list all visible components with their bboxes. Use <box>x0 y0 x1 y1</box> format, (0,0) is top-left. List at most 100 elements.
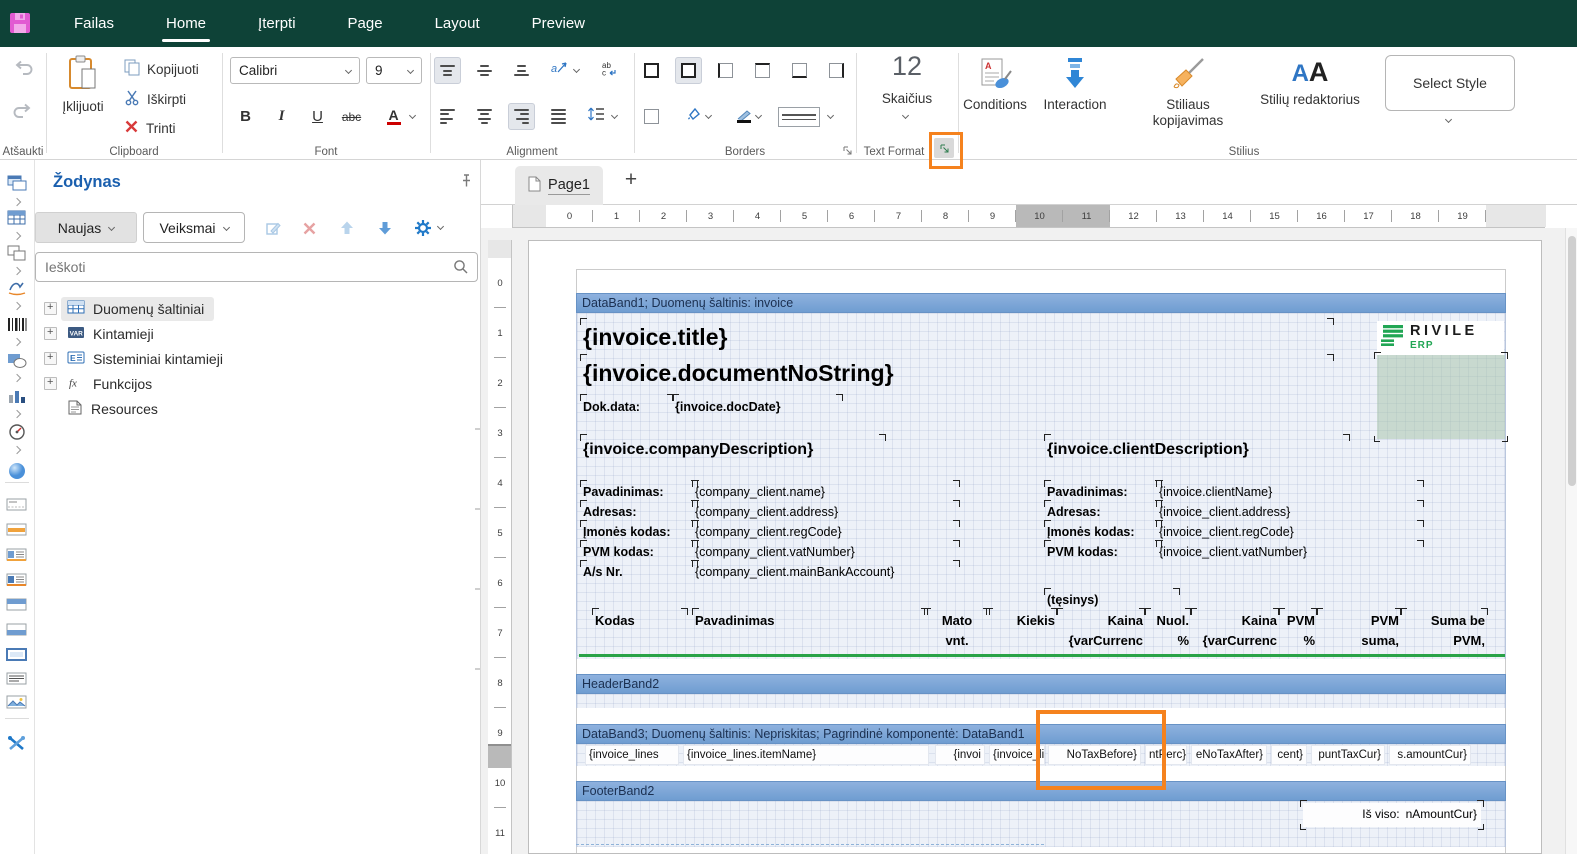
delete-button[interactable]: Trinti <box>124 119 176 137</box>
search-icon[interactable] <box>453 259 469 280</box>
save-icon[interactable] <box>9 12 31 39</box>
move-down-icon[interactable] <box>374 218 396 238</box>
delete-icon[interactable] <box>298 218 320 238</box>
info-label-field[interactable]: Pavadinimas: <box>583 483 695 503</box>
titlebar-tab-terpti[interactable]: Įterpti <box>232 0 322 47</box>
databand3-header[interactable]: DataBand3; Duomenų šaltinis: Nepriskitas… <box>576 724 1506 744</box>
toolbox-image-icon[interactable] <box>0 695 34 715</box>
databand1-body[interactable]: {invoice.title} {invoice.documentNoStrin… <box>576 313 1506 659</box>
tree-item-resources[interactable]: Resources <box>35 396 465 421</box>
toolbox-table-icon[interactable] <box>0 210 34 239</box>
align-bottom-button[interactable] <box>508 57 535 84</box>
info-value-field[interactable]: {company_client.regCode} <box>695 523 957 543</box>
justify-button[interactable] <box>545 103 572 130</box>
continuation-field[interactable]: (tęsinys) <box>1047 591 1177 611</box>
toolbox-chart-icon[interactable] <box>0 388 34 417</box>
total-field[interactable]: Iš viso: nAmountCur} <box>1303 803 1481 827</box>
expander-plus-icon[interactable] <box>44 377 57 390</box>
titlebar-tab-home[interactable]: Home <box>140 0 232 47</box>
align-middle-button[interactable] <box>471 57 498 84</box>
info-value-field[interactable]: {company_client.mainBankAccount} <box>695 563 957 583</box>
conditions-button[interactable]: A Conditions <box>960 57 1030 112</box>
outside-borders-button[interactable] <box>675 57 702 84</box>
edit-icon[interactable] <box>263 218 285 238</box>
expander-plus-icon[interactable] <box>44 302 57 315</box>
select-style-chevron-icon[interactable] <box>1445 116 1452 123</box>
text-format-name[interactable]: Skaičius <box>856 91 958 106</box>
cut-button[interactable]: Iškirpti <box>124 89 186 109</box>
scrollbar-thumb[interactable] <box>1568 236 1576 486</box>
table-header-cell-pvm[interactable]: PVMsuma, <box>1319 611 1399 653</box>
titlebar-tab-layout[interactable]: Layout <box>409 0 506 47</box>
databand3-cell-1[interactable]: {invoice_lines.itemName} <box>683 745 929 765</box>
toolbox-data-band-icon[interactable] <box>0 548 34 567</box>
style-copy-button[interactable]: Stiliaus kopijavimas <box>1128 57 1248 129</box>
pin-icon[interactable] <box>459 173 474 194</box>
borders-dialog-launcher[interactable] <box>840 143 854 157</box>
tree-item-duomen-altiniai[interactable]: Duomenų šaltiniai <box>35 296 465 321</box>
top-border-button[interactable] <box>749 57 776 84</box>
databand3-cell-8[interactable]: puntTaxCur} <box>1311 745 1385 765</box>
info-value-field[interactable]: {company_client.vatNumber} <box>695 543 957 563</box>
toolbox-shapes-icon[interactable] <box>0 352 34 381</box>
no-borders-button[interactable] <box>638 103 665 130</box>
interaction-button[interactable]: Interaction <box>1038 57 1112 112</box>
databand3-cell-6[interactable]: eNoTaxAfter} <box>1191 745 1267 765</box>
align-right-button[interactable] <box>508 103 535 130</box>
settings-gear-icon[interactable] <box>412 218 434 238</box>
strikethrough-button[interactable]: abc <box>338 103 365 130</box>
footerband2-header[interactable]: FooterBand2 <box>576 781 1506 801</box>
move-up-icon[interactable] <box>336 218 358 238</box>
info-value-field[interactable]: {company_client.name} <box>695 483 957 503</box>
table-header-cell-pavadinimas[interactable]: Pavadinimas <box>695 611 925 653</box>
company-description-field[interactable]: {invoice.companyDescription} <box>583 437 883 465</box>
align-center-button[interactable] <box>471 103 498 130</box>
titlebar-tab-page[interactable]: Page <box>322 0 409 47</box>
text-format-chevron-icon[interactable] <box>902 112 909 119</box>
titlebar-tab-failas[interactable]: Failas <box>48 0 140 47</box>
headerband2-body[interactable] <box>576 694 1506 708</box>
font-color-button[interactable]: A <box>380 103 407 130</box>
toolbox-tools-icon[interactable] <box>0 735 34 757</box>
invoice-title-field[interactable]: {invoice.title} <box>583 321 1331 355</box>
toolbox-data-band-alt-icon[interactable] <box>0 573 34 592</box>
all-borders-button[interactable] <box>638 57 665 84</box>
italic-button[interactable]: I <box>268 103 295 130</box>
client-description-field[interactable]: {invoice.clientDescription} <box>1047 437 1347 465</box>
fill-color-button[interactable] <box>680 103 707 130</box>
toolbox-barcode-icon[interactable] <box>0 317 34 345</box>
actions-button[interactable]: Veiksmai <box>143 212 245 243</box>
word-wrap-button[interactable]: abc <box>596 57 623 84</box>
table-header-cell-kiekis[interactable]: Kiekis <box>989 611 1055 653</box>
docdate-field[interactable]: {invoice.docDate} <box>675 397 840 419</box>
report-page[interactable]: DataBand1; Duomenų šaltinis: invoice {in… <box>528 240 1542 854</box>
databand3-cell-0[interactable]: {invoice_lines <box>585 745 679 765</box>
table-header-cell-suma-be[interactable]: Suma bePVM, <box>1403 611 1485 653</box>
table-header-cell-kodas[interactable]: Kodas <box>595 611 685 653</box>
underline-button[interactable]: U <box>304 103 331 130</box>
search-input[interactable] <box>35 252 478 282</box>
info-label-field[interactable]: Įmonės kodas: <box>1047 523 1159 543</box>
bold-button[interactable]: B <box>232 103 259 130</box>
undo-icon[interactable] <box>12 60 34 83</box>
footerband2-body[interactable]: Iš viso: nAmountCur} <box>576 801 1506 847</box>
info-label-field[interactable]: Pavadinimas: <box>1047 483 1159 503</box>
titlebar-tab-preview[interactable]: Preview <box>506 0 611 47</box>
align-top-button[interactable] <box>434 57 461 84</box>
text-format-dialog-launcher[interactable] <box>934 138 954 158</box>
databand3-cell-4[interactable]: NoTaxBefore} <box>1048 745 1141 765</box>
info-label-field[interactable]: Adresas: <box>1047 503 1159 523</box>
table-header-cell-kaina[interactable]: Kaina{varCurrenc <box>1193 611 1277 653</box>
paste-button[interactable]: Įklijuoti <box>54 55 112 114</box>
info-value-field[interactable]: {invoice_client.regCode} <box>1159 523 1421 543</box>
toolbox-gauge-icon[interactable] <box>0 423 34 453</box>
tree-item-kintamieji[interactable]: VARKintamieji <box>35 321 465 346</box>
info-value-field[interactable]: {company_client.address} <box>695 503 957 523</box>
toolbox-signature-icon[interactable] <box>0 280 34 309</box>
headerband2-header[interactable]: HeaderBand2 <box>576 674 1506 694</box>
info-label-field[interactable]: Įmonės kodas: <box>583 523 695 543</box>
page-tab[interactable]: Page1 <box>515 166 603 205</box>
databand3-cell-9[interactable]: s.amountCur} <box>1389 745 1471 765</box>
table-header-cell-kaina[interactable]: Kaina{varCurrenc <box>1059 611 1143 653</box>
font-family-select[interactable]: Calibri <box>230 57 360 84</box>
